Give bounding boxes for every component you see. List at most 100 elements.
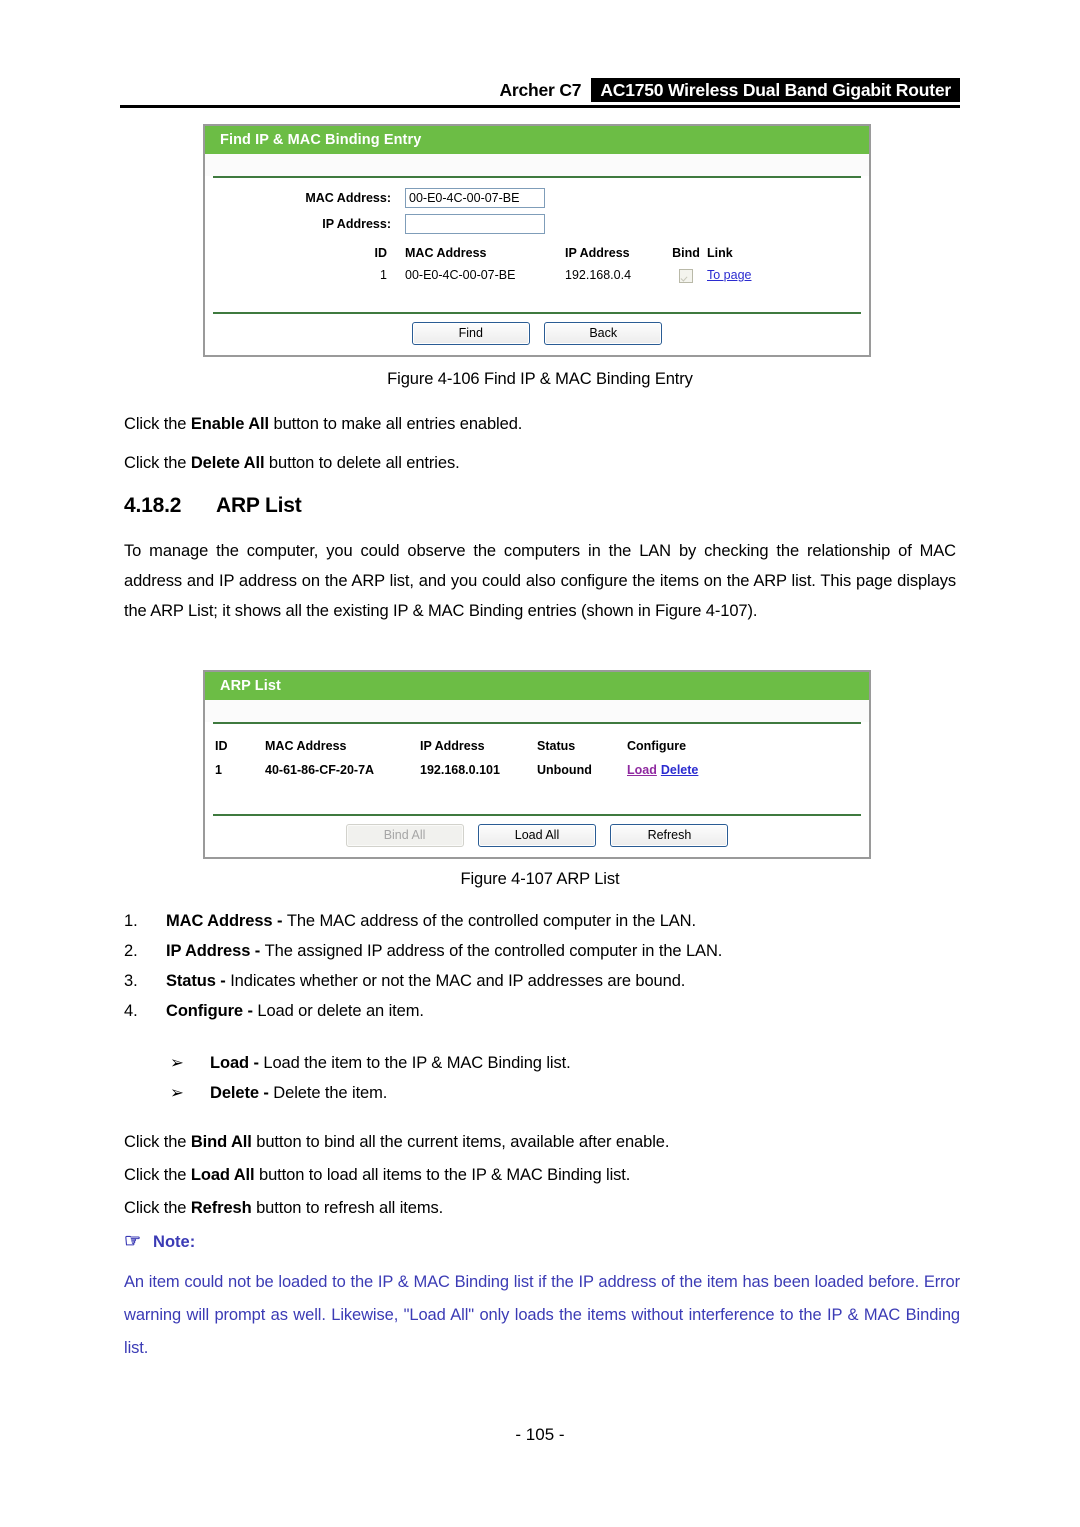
arp-list-panel: ARP List ID MAC Address IP Address Statu… <box>203 670 871 859</box>
list-marker: 4. <box>124 1002 138 1020</box>
cell-mac: 00-E0-4C-00-07-BE <box>405 268 516 282</box>
arp-entries-table: ID MAC Address IP Address Status Configu… <box>205 734 869 806</box>
list-item-rest: The MAC address of the controlled comput… <box>286 912 696 930</box>
page-header: Archer C7 AC1750 Wireless Dual Band Giga… <box>120 78 960 108</box>
find-binding-button-row: Find Back <box>205 314 869 355</box>
delete-link[interactable]: Delete <box>661 763 699 777</box>
mac-address-input[interactable] <box>405 188 545 208</box>
list-item-bold: MAC Address - <box>166 912 287 930</box>
load-link[interactable]: Load <box>627 763 657 777</box>
figure-107-caption: Figure 4-107 ARP List <box>460 870 620 888</box>
note-body-text: An item could not be loaded to the IP & … <box>124 1273 960 1357</box>
find-button[interactable]: Find <box>411 322 530 345</box>
col-header-id: ID <box>374 246 388 260</box>
arp-cell-ip: 192.168.0.101 <box>420 763 500 777</box>
table-bottom-spacer <box>205 286 869 304</box>
header-row: Archer C7 AC1750 Wireless Dual Band Giga… <box>120 78 960 102</box>
find-binding-body: MAC Address: IP Address: ID MAC Address … <box>205 178 869 312</box>
arp-table-header-row: ID MAC Address IP Address Status Configu… <box>205 734 869 758</box>
to-page-link[interactable]: To page <box>707 268 751 282</box>
click-paragraph-load-all: Click the Load All button to load all it… <box>124 1160 956 1190</box>
enable-all-post: button to make all entries enabled. <box>269 415 523 433</box>
figure-107-caption-wrap: Figure 4-107 ARP List <box>124 870 956 889</box>
arp-col-header-mac: MAC Address <box>265 739 347 753</box>
ip-address-field-row: IP Address: <box>205 214 869 234</box>
numbered-list: 1. MAC Address - The MAC address of the … <box>124 906 956 1026</box>
list-marker: 3. <box>124 972 138 990</box>
binding-table-header-row: ID MAC Address IP Address Bind Link <box>205 242 869 264</box>
arp-col-header-status: Status <box>537 739 576 753</box>
bullet-rest: Delete the item. <box>273 1084 388 1102</box>
delete-all-paragraph: Click the Delete All button to delete al… <box>124 448 956 478</box>
panel-subbar <box>205 154 869 176</box>
click-paragraph-refresh: Click the Refresh button to refresh all … <box>124 1193 956 1223</box>
back-button[interactable]: Back <box>544 322 663 345</box>
section-heading-wrap: 4.18.2 ARP List <box>124 494 956 518</box>
click-paragraph-load-all-wrap: Click the Load All button to load all it… <box>124 1160 956 1190</box>
cell-bind <box>665 264 707 286</box>
arp-col-header-ip: IP Address <box>420 739 485 753</box>
cell-id: 1 <box>380 268 387 282</box>
arp-col-header-configure: Configure <box>627 739 687 753</box>
ip-address-label: IP Address: <box>322 217 391 231</box>
bind-all-bold: Bind All <box>190 1133 252 1151</box>
arp-cell-configure: Load Delete <box>627 758 787 782</box>
pointing-hand-icon: ☞ <box>124 1231 142 1252</box>
bullet-bold: Load - <box>210 1054 264 1072</box>
bullet-text: Delete - Delete the item. <box>210 1078 387 1108</box>
col-header-bind: Bind <box>672 246 700 260</box>
mac-address-field-row: MAC Address: <box>205 188 869 208</box>
note-heading-wrap: ☞ Note: <box>124 1232 956 1252</box>
list-item-bold: Status - <box>166 972 231 990</box>
list-item-rest: Indicates whether or not the MAC and IP … <box>230 972 686 990</box>
binding-entries-table: ID MAC Address IP Address Bind Link 1 00… <box>205 242 869 304</box>
header-model-name: Archer C7 <box>499 80 582 100</box>
arp-col-header-id: ID <box>215 739 228 753</box>
arp-table-bottom-spacer <box>205 782 869 806</box>
section-number: 4.18.2 <box>124 494 182 517</box>
refresh-pre: Click the <box>124 1199 191 1217</box>
bullet-arrow-icon: ➢ <box>170 1054 184 1072</box>
intro-paragraph: To manage the computer, you could observ… <box>124 542 956 620</box>
bind-all-post: button to bind all the current items, av… <box>251 1133 670 1151</box>
bind-checkbox[interactable] <box>679 268 693 283</box>
list-item: 1. MAC Address - The MAC address of the … <box>124 906 956 936</box>
enable-all-paragraph-wrap: Click the Enable All button to make all … <box>124 409 956 439</box>
delete-all-bold: Delete All <box>190 454 265 472</box>
list-marker: 2. <box>124 942 138 960</box>
header-product-name: AC1750 Wireless Dual Band Gigabit Router <box>591 78 960 102</box>
bind-all-pre: Click the <box>124 1133 191 1151</box>
arp-list-body: ID MAC Address IP Address Status Configu… <box>205 724 869 814</box>
bind-all-button[interactable]: Bind All <box>345 824 464 847</box>
click-paragraph-bind-all: Click the Bind All button to bind all th… <box>124 1127 956 1157</box>
load-all-post: button to load all items to the IP & MAC… <box>254 1166 631 1184</box>
list-item-rest: Load or delete an item. <box>257 1002 424 1020</box>
bullet-rest: Load the item to the IP & MAC Binding li… <box>263 1054 571 1072</box>
intro-paragraph-wrap: To manage the computer, you could observ… <box>124 536 956 626</box>
load-all-button[interactable]: Load All <box>478 824 596 847</box>
arp-cell-mac: 40-61-86-CF-20-7A <box>265 763 375 777</box>
bullet-list: ➢ Load - Load the item to the IP & MAC B… <box>124 1048 956 1108</box>
bullet-arrow-icon: ➢ <box>170 1084 184 1102</box>
delete-all-pre: Click the <box>124 454 191 472</box>
list-item: 2. IP Address - The assigned IP address … <box>124 936 956 966</box>
arp-button-row: Bind All Load All Refresh <box>205 816 869 857</box>
list-item: 3. Status - Indicates whether or not the… <box>124 966 956 996</box>
table-row: 1 40-61-86-CF-20-7A 192.168.0.101 Unboun… <box>205 758 869 782</box>
list-item-rest: The assigned IP address of the controlle… <box>264 942 723 960</box>
find-ip-mac-binding-panel: Find IP & MAC Binding Entry MAC Address:… <box>203 124 871 357</box>
ip-address-input[interactable] <box>405 214 545 234</box>
list-text: IP Address - The assigned IP address of … <box>166 936 722 966</box>
load-all-bold: Load All <box>190 1166 255 1184</box>
enable-all-paragraph: Click the Enable All button to make all … <box>124 409 956 439</box>
note-body-wrap: An item could not be loaded to the IP & … <box>124 1266 960 1365</box>
refresh-post: button to refresh all items. <box>251 1199 444 1217</box>
cell-ip: 192.168.0.4 <box>565 268 632 282</box>
refresh-bold: Refresh <box>190 1199 252 1217</box>
list-marker: 1. <box>124 912 138 930</box>
panel-title-find-binding: Find IP & MAC Binding Entry <box>205 126 869 154</box>
refresh-button[interactable]: Refresh <box>610 824 729 847</box>
note-heading: ☞ Note: <box>124 1232 956 1252</box>
mac-address-label: MAC Address: <box>305 191 391 205</box>
list-item: ➢ Load - Load the item to the IP & MAC B… <box>124 1048 956 1078</box>
